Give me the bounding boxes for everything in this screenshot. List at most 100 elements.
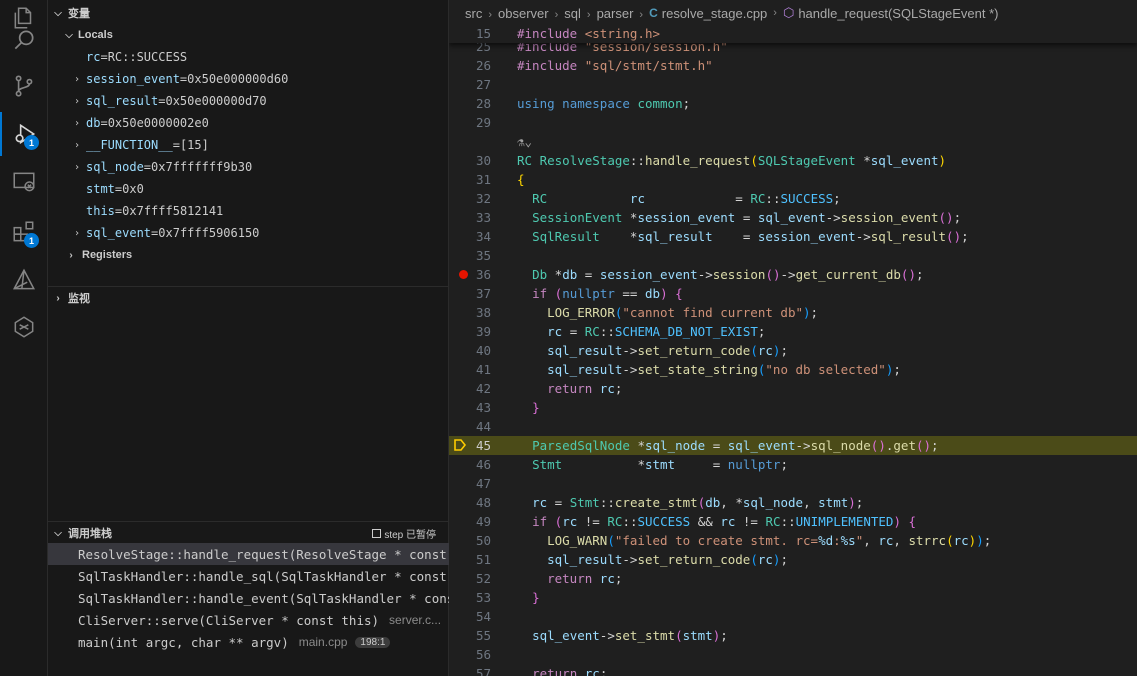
code-line[interactable]: 52 return rc; xyxy=(449,569,1137,588)
code-line[interactable]: 48 rc = Stmt::create_stmt(db, *sql_node,… xyxy=(449,493,1137,512)
code-line[interactable]: 55 sql_event->set_stmt(stmt); xyxy=(449,626,1137,645)
stack-frame[interactable]: SqlTaskHandler::handle_sql(SqlTaskHandle… xyxy=(48,565,478,587)
code-line[interactable]: 39 rc = RC::SCHEMA_DB_NOT_EXIST; xyxy=(449,322,1137,341)
gutter[interactable] xyxy=(491,208,517,227)
code-line[interactable]: 42 return rc; xyxy=(449,379,1137,398)
gutter[interactable] xyxy=(491,227,517,246)
code-line[interactable]: 29 xyxy=(449,113,1137,132)
gutter[interactable] xyxy=(491,645,517,664)
testing-icon[interactable] xyxy=(0,305,47,349)
run-debug-icon[interactable]: 1 xyxy=(0,112,47,156)
code-line[interactable]: 50 LOG_WARN("failed to create stmt. rc=%… xyxy=(449,531,1137,550)
gutter[interactable] xyxy=(491,26,517,43)
variable-row[interactable]: stmt = 0x0 xyxy=(48,178,470,200)
code-line[interactable]: 36 Db *db = session_event->session()->ge… xyxy=(449,265,1137,284)
gutter[interactable] xyxy=(491,284,517,303)
gutter[interactable] xyxy=(491,379,517,398)
code-line[interactable]: 43 } xyxy=(449,398,1137,417)
extensions-icon[interactable]: 1 xyxy=(0,210,47,254)
breadcrumb-segment[interactable]: sql xyxy=(564,6,581,21)
gutter[interactable] xyxy=(491,531,517,550)
stack-frame[interactable]: main(int argc, char ** argv) main.cpp 198:… xyxy=(48,631,478,653)
gutter[interactable] xyxy=(491,360,517,379)
variable-row[interactable]: › sql_event = 0x7ffff5906150 xyxy=(48,222,470,244)
gutter[interactable] xyxy=(491,94,517,113)
gutter[interactable] xyxy=(491,341,517,360)
gutter[interactable] xyxy=(491,512,517,531)
gutter[interactable] xyxy=(491,322,517,341)
remote-explorer-icon[interactable] xyxy=(0,160,47,204)
gutter[interactable] xyxy=(491,56,517,75)
gutter[interactable] xyxy=(491,151,517,170)
gutter[interactable] xyxy=(491,398,517,417)
gutter[interactable] xyxy=(491,569,517,588)
code-line[interactable]: 44 xyxy=(449,417,1137,436)
stack-frame[interactable]: ResolveStage::handle_request(ResolveStag… xyxy=(48,543,478,565)
variable-row[interactable]: › __FUNCTION__ = [15] xyxy=(48,134,470,156)
variable-row[interactable]: rc = RC::SUCCESS xyxy=(48,46,470,68)
gutter[interactable] xyxy=(491,474,517,493)
gutter[interactable] xyxy=(491,417,517,436)
code-line[interactable]: 28 using namespace common; xyxy=(449,94,1137,113)
code-line[interactable]: 45 ParsedSqlNode *sql_node = sql_event->… xyxy=(449,436,1137,455)
call-stack-header[interactable]: ⌵ 调用堆栈 step 已暂停 xyxy=(48,522,448,544)
breadcrumb-segment[interactable]: observer xyxy=(498,6,549,21)
breadcrumb-symbol[interactable]: handle_request(SQLStageEvent *) xyxy=(798,6,998,21)
gutter[interactable] xyxy=(491,493,517,512)
gutter[interactable] xyxy=(491,455,517,474)
gutter[interactable] xyxy=(491,626,517,645)
code-line[interactable]: 49 if (rc != RC::SUCCESS && rc != RC::UN… xyxy=(449,512,1137,531)
code-line[interactable]: 15 #include <string.h> xyxy=(449,26,1137,43)
search-icon[interactable] xyxy=(0,18,47,62)
code-line[interactable]: 34 SqlResult *sql_result = session_event… xyxy=(449,227,1137,246)
gutter[interactable] xyxy=(491,189,517,208)
variable-row[interactable]: › sql_node = 0x7fffffff9b30 xyxy=(48,156,470,178)
breadcrumb-segment[interactable]: src xyxy=(465,6,482,21)
breakpoint-icon[interactable] xyxy=(459,270,468,279)
code-area[interactable]: 15 #include <string.h> 25 #include "session… xyxy=(449,26,1137,676)
variable-row[interactable]: this = 0x7ffff5812141 xyxy=(48,200,470,222)
code-line[interactable]: 47 xyxy=(449,474,1137,493)
source-control-icon[interactable] xyxy=(0,64,47,108)
gutter[interactable] xyxy=(491,113,517,132)
variables-header[interactable]: ⌵ 变量 xyxy=(48,2,448,24)
gutter[interactable] xyxy=(491,170,517,189)
code-line[interactable]: 35 xyxy=(449,246,1137,265)
cmake-icon[interactable] xyxy=(0,258,47,302)
code-line[interactable]: 51 sql_result->set_return_code(rc); xyxy=(449,550,1137,569)
code-line[interactable]: 26 #include "sql/stmt/stmt.h" xyxy=(449,56,1137,75)
code-line[interactable]: 41 sql_result->set_state_string("no db s… xyxy=(449,360,1137,379)
locals-scope[interactable]: ⌵ Locals xyxy=(48,24,462,46)
gutter[interactable] xyxy=(454,436,517,455)
code-line[interactable]: 38 LOG_ERROR("cannot find current db"); xyxy=(449,303,1137,322)
gutter[interactable] xyxy=(491,588,517,607)
variable-row[interactable]: › sql_result = 0x50e000000d70 xyxy=(48,90,470,112)
code-line[interactable]: ⚗⌄ xyxy=(449,132,1137,151)
gutter[interactable] xyxy=(491,132,517,151)
code-line[interactable]: 27 xyxy=(449,75,1137,94)
code-line[interactable]: 46 Stmt *stmt = nullptr; xyxy=(449,455,1137,474)
gutter[interactable] xyxy=(491,303,517,322)
code-line[interactable]: 37 if (nullptr == db) { xyxy=(449,284,1137,303)
code-line[interactable]: 56 xyxy=(449,645,1137,664)
gutter[interactable] xyxy=(491,75,517,94)
watch-header[interactable]: › 监视 xyxy=(48,287,448,309)
variable-row[interactable]: › session_event = 0x50e000000d60 xyxy=(48,68,470,90)
gutter[interactable] xyxy=(491,664,517,676)
gutter[interactable] xyxy=(491,246,517,265)
code-line[interactable]: 54 xyxy=(449,607,1137,626)
stack-frame[interactable]: CliServer::serve(CliServer * const this)… xyxy=(48,609,478,631)
code-line[interactable]: 32 RC rc = RC::SUCCESS; xyxy=(449,189,1137,208)
stack-frame[interactable]: SqlTaskHandler::handle_event(SqlTaskHand… xyxy=(48,587,478,609)
code-line[interactable]: 40 sql_result->set_return_code(rc); xyxy=(449,341,1137,360)
gutter[interactable] xyxy=(491,550,517,569)
variable-row[interactable]: › db = 0x50e0000002e0 xyxy=(48,112,470,134)
gutter[interactable] xyxy=(459,265,517,284)
code-line[interactable]: 31 { xyxy=(449,170,1137,189)
breadcrumb-file[interactable]: resolve_stage.cpp xyxy=(662,6,768,21)
gutter[interactable] xyxy=(491,607,517,626)
code-line[interactable]: 53 } xyxy=(449,588,1137,607)
code-line[interactable]: 33 SessionEvent *session_event = sql_eve… xyxy=(449,208,1137,227)
code-line[interactable]: 57 return rc; xyxy=(449,664,1137,676)
registers-scope[interactable]: › Registers xyxy=(48,244,464,266)
